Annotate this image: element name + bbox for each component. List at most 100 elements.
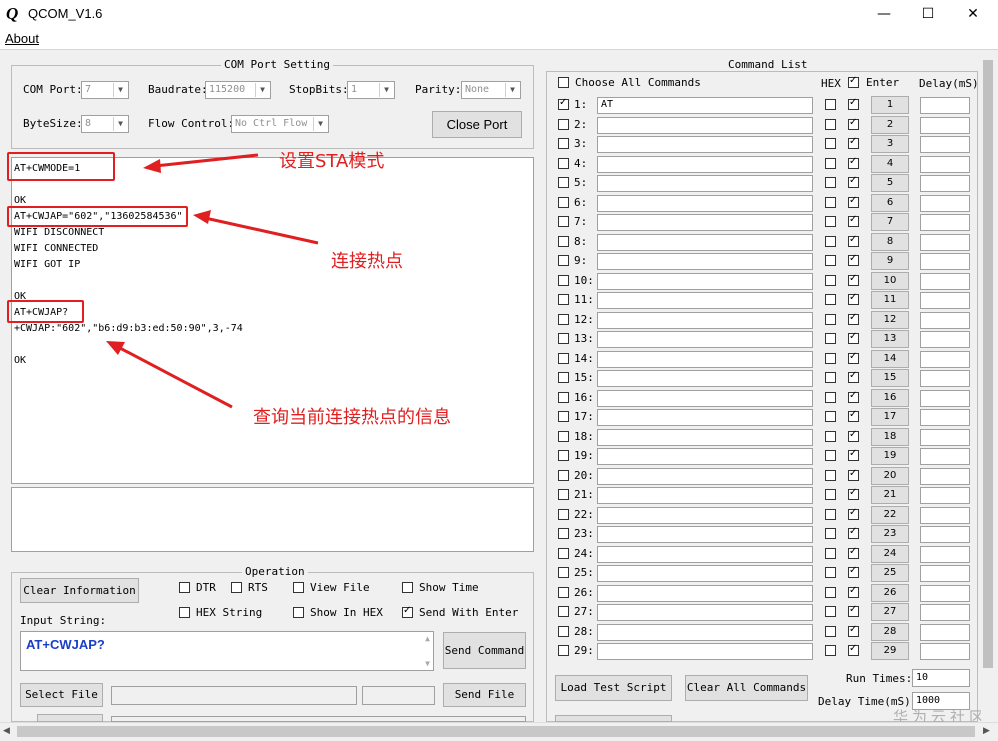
command-select-checkbox[interactable] [558, 177, 569, 188]
command-delay-input[interactable] [920, 467, 970, 485]
command-delay-input[interactable] [920, 487, 970, 504]
baudrate-select[interactable]: 115200 ▼ [205, 81, 271, 99]
enter-all-checkbox[interactable] [848, 75, 859, 88]
command-input[interactable] [597, 467, 813, 485]
command-hex-checkbox[interactable] [825, 606, 836, 617]
send-command-27-button[interactable]: 27 [871, 603, 909, 621]
command-select-checkbox[interactable] [558, 97, 569, 110]
hex-string-checkbox[interactable] [179, 607, 190, 618]
command-input[interactable] [597, 155, 813, 173]
clear-information-button[interactable]: Clear Information [20, 578, 139, 603]
command-input[interactable]: AT [597, 97, 813, 114]
command-enter-checkbox[interactable] [848, 156, 859, 169]
command-delay-input[interactable] [920, 584, 970, 602]
command-delay-input[interactable] [920, 272, 970, 290]
bytesize-select[interactable]: 8 ▼ [81, 115, 129, 133]
scroll-left-icon[interactable]: ◀ [3, 726, 10, 736]
command-input[interactable] [597, 194, 813, 212]
send-file-button[interactable]: Send File [443, 683, 526, 707]
send-command-29-button[interactable]: 29 [871, 642, 909, 660]
vertical-scroll-thumb[interactable] [983, 60, 993, 668]
command-delay-input[interactable] [920, 428, 970, 446]
command-hex-checkbox[interactable] [825, 411, 836, 422]
command-delay-input[interactable] [920, 253, 970, 270]
command-input[interactable] [597, 116, 813, 134]
command-input[interactable] [597, 292, 813, 309]
command-input[interactable] [597, 331, 813, 348]
command-hex-checkbox[interactable] [825, 450, 836, 461]
command-delay-input[interactable] [920, 448, 970, 465]
file-path-field[interactable] [111, 686, 357, 705]
command-hex-checkbox[interactable] [825, 313, 836, 325]
command-hex-checkbox[interactable] [825, 469, 836, 481]
command-hex-checkbox[interactable] [825, 255, 836, 266]
command-delay-input[interactable] [920, 155, 970, 173]
command-enter-checkbox[interactable] [848, 507, 859, 520]
command-hex-checkbox[interactable] [825, 391, 836, 403]
command-delay-input[interactable] [920, 565, 970, 582]
command-enter-checkbox[interactable] [848, 97, 859, 110]
command-delay-input[interactable] [920, 311, 970, 329]
send-command-22-button[interactable]: 22 [871, 505, 909, 524]
command-select-checkbox[interactable] [558, 372, 569, 383]
command-hex-checkbox[interactable] [825, 352, 836, 364]
command-delay-input[interactable] [920, 604, 970, 621]
command-enter-checkbox[interactable] [848, 526, 859, 539]
command-input[interactable] [597, 136, 813, 153]
command-select-checkbox[interactable] [558, 508, 569, 520]
send-command-23-button[interactable]: 23 [871, 525, 909, 543]
command-delay-input[interactable] [920, 643, 970, 660]
command-enter-checkbox[interactable] [848, 643, 859, 656]
command-delay-input[interactable] [920, 136, 970, 153]
command-input[interactable] [597, 214, 813, 231]
send-command-5-button[interactable]: 5 [871, 174, 909, 192]
command-hex-checkbox[interactable] [825, 216, 836, 227]
command-select-checkbox[interactable] [558, 645, 569, 656]
command-enter-checkbox[interactable] [848, 136, 859, 149]
command-select-checkbox[interactable] [558, 274, 569, 286]
command-enter-checkbox[interactable] [848, 117, 859, 130]
command-enter-checkbox[interactable] [848, 585, 859, 598]
command-input[interactable] [597, 643, 813, 660]
command-enter-checkbox[interactable] [848, 351, 859, 364]
command-input[interactable] [597, 233, 813, 251]
command-enter-checkbox[interactable] [848, 175, 859, 188]
command-input[interactable] [597, 311, 813, 329]
command-hex-checkbox[interactable] [825, 567, 836, 578]
command-hex-checkbox[interactable] [825, 547, 836, 559]
command-select-checkbox[interactable] [558, 625, 569, 637]
command-delay-input[interactable] [920, 389, 970, 407]
command-delay-input[interactable] [920, 370, 970, 387]
command-input[interactable] [597, 428, 813, 446]
send-command-20-button[interactable]: 20 [871, 466, 909, 485]
command-enter-checkbox[interactable] [848, 390, 859, 403]
command-delay-input[interactable] [920, 292, 970, 309]
command-delay-input[interactable] [920, 545, 970, 563]
command-hex-checkbox[interactable] [825, 372, 836, 383]
scroll-right-icon[interactable]: ▶ [983, 726, 990, 736]
run-times-input[interactable]: 10 [912, 669, 970, 687]
command-select-checkbox[interactable] [558, 352, 569, 364]
command-select-checkbox[interactable] [558, 450, 569, 461]
parity-select[interactable]: None ▼ [461, 81, 521, 99]
send-command-4-button[interactable]: 4 [871, 154, 909, 173]
send-command-1-button[interactable]: 1 [871, 96, 909, 114]
send-command-16-button[interactable]: 16 [871, 388, 909, 407]
command-select-checkbox[interactable] [558, 567, 569, 578]
partial-button-right[interactable] [555, 715, 672, 722]
command-select-checkbox[interactable] [558, 489, 569, 500]
send-command-button[interactable]: Send Command [443, 632, 526, 669]
command-input[interactable] [597, 175, 813, 192]
command-enter-checkbox[interactable] [848, 429, 859, 442]
command-hex-checkbox[interactable] [825, 294, 836, 305]
send-command-6-button[interactable]: 6 [871, 193, 909, 212]
command-input[interactable] [597, 526, 813, 543]
command-enter-checkbox[interactable] [848, 604, 859, 617]
command-hex-checkbox[interactable] [825, 586, 836, 598]
command-select-checkbox[interactable] [558, 469, 569, 481]
send-command-12-button[interactable]: 12 [871, 310, 909, 329]
command-delay-input[interactable] [920, 194, 970, 212]
clear-all-commands-button[interactable]: Clear All Commands [685, 675, 808, 701]
command-enter-checkbox[interactable] [848, 468, 859, 481]
command-select-checkbox[interactable] [558, 157, 569, 169]
